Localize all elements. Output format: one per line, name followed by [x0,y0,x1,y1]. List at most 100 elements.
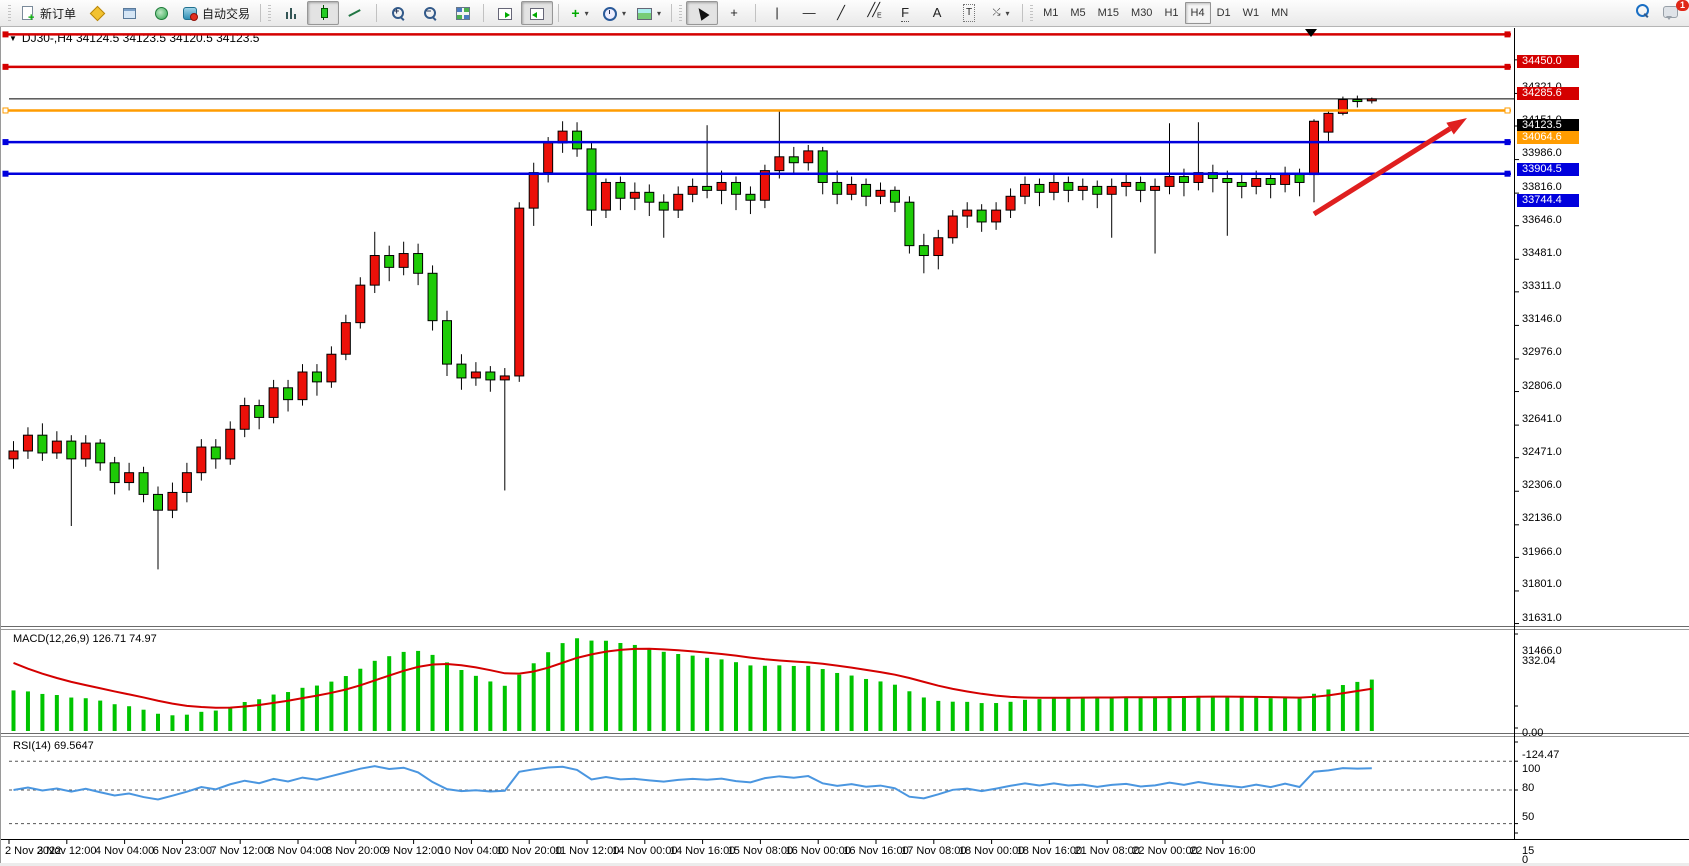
timeframe-button-d1[interactable]: D1 [1211,2,1237,24]
vertical-line-tool-button[interactable]: | [761,1,793,25]
macd-histogram-bar [127,706,131,731]
macd-histogram-bar [344,676,348,731]
candle-body [1064,182,1073,190]
chart-shift-button[interactable] [521,1,553,25]
autotrading-button[interactable]: 自动交易 [177,1,255,25]
candlestick-chart-button[interactable] [307,1,339,25]
crosshair-tool-button[interactable]: + [718,1,750,25]
periods-icon [601,5,617,21]
time-axis-label: 8 Nov 20:00 [326,845,385,857]
candle-body [876,190,885,196]
macd-histogram-bar [40,694,44,731]
zoom-in-button[interactable]: + [382,1,414,25]
macd-histogram-bar [1225,697,1229,731]
zoom-out-button[interactable]: − [414,1,446,25]
rsi-axis-label: 100 [1522,763,1540,775]
horizontal-line-icon: — [803,5,816,21]
periods-button[interactable]: ▾ [596,1,631,25]
timeframe-button-m30[interactable]: M30 [1125,2,1158,24]
candle-body [948,216,957,238]
macd-histogram-bar [618,643,622,731]
arrows-tool-button[interactable]: ⤯▾ [985,1,1017,25]
macd-histogram-bar [329,682,333,731]
terminal-button[interactable] [145,1,177,25]
text-icon: A [933,5,942,21]
time-axis-label: 21 Nov 08:00 [1074,845,1139,857]
new-order-icon: + [20,5,36,21]
candle-body [601,182,610,210]
trend-arrow-head[interactable] [1446,118,1467,135]
auto-scroll-button[interactable] [489,1,521,25]
tile-windows-button[interactable] [446,1,478,25]
candle-body [890,190,899,202]
fibonacci-icon: F [901,5,909,22]
chart-shift-marker-icon [1305,29,1317,37]
time-axis-label: 7 Nov 12:00 [211,845,270,857]
search-icon[interactable] [1635,2,1653,20]
candle-body [1049,182,1058,192]
price-line-badge: 33744.4 [1517,194,1579,207]
candle-body [370,256,379,286]
notifications-icon[interactable]: 1 [1663,2,1683,20]
line-chart-button[interactable] [339,1,371,25]
line-handle[interactable] [1505,140,1510,145]
line-handle[interactable] [3,171,8,176]
chart-shift-icon [529,5,545,21]
navigator-button[interactable] [113,1,145,25]
macd-histogram-bar [156,714,160,731]
horizontal-line-tool-button[interactable]: — [793,1,825,25]
crosshair-icon: + [730,5,738,21]
toolbar-separator [558,4,559,22]
chart-canvas[interactable] [1,27,1689,863]
candle-body [919,246,928,256]
timeframe-button-m5[interactable]: M5 [1064,2,1091,24]
candle-body [732,182,741,194]
templates-icon [636,5,652,21]
macd-histogram-bar [965,702,969,731]
timeframe-button-mn[interactable]: MN [1265,2,1294,24]
candle-body [1353,100,1362,102]
timeframe-button-h4[interactable]: H4 [1185,2,1211,24]
candle-body [125,473,134,483]
timeframe-button-m1[interactable]: M1 [1037,2,1064,24]
line-handle[interactable] [3,140,8,145]
toolbar-separator [260,4,261,22]
time-axis-label: 9 Nov 12:00 [384,845,443,857]
candle-body [1021,184,1030,196]
macd-histogram-bar [214,711,218,731]
indicators-button[interactable]: +▾ [564,1,596,25]
bar-chart-button[interactable] [275,1,307,25]
fibonacci-tool-button[interactable]: F [889,1,921,25]
time-axis-label: 17 Nov 08:00 [901,845,966,857]
text-tool-button[interactable]: A [921,1,953,25]
cursor-tool-button[interactable] [686,1,718,25]
candle-body [1266,179,1275,185]
line-handle[interactable] [1505,171,1510,176]
candle-body [284,388,293,400]
cursor-icon [695,5,710,21]
templates-button[interactable]: ▾ [631,1,666,25]
trendline-tool-button[interactable]: ╱ [825,1,857,25]
macd-histogram-bar [980,703,984,731]
market-watch-button[interactable] [81,1,113,25]
candle-body [703,186,712,190]
channel-tool-button[interactable]: ╱╱E [857,1,889,25]
line-handle[interactable] [3,64,8,69]
macd-histogram-bar [84,698,88,731]
line-handle[interactable] [1505,32,1510,37]
line-handle[interactable] [1505,108,1510,113]
text-label-tool-button[interactable]: T [953,1,985,25]
timeframe-button-w1[interactable]: W1 [1237,2,1266,24]
candle-body [255,406,264,418]
timeframe-button-h1[interactable]: H1 [1158,2,1184,24]
line-handle[interactable] [3,108,8,113]
line-handle[interactable] [3,32,8,37]
price-axis-tick-label: 33986.0 [1522,147,1562,159]
line-handle[interactable] [1505,64,1510,69]
candle-body [1035,184,1044,192]
candle-body [1165,177,1174,187]
new-order-button[interactable]: + 新订单 [15,1,81,25]
macd-histogram-bar [1182,697,1186,731]
time-axis-label: 3 Nov 12:00 [37,845,96,857]
timeframe-button-m15[interactable]: M15 [1092,2,1125,24]
